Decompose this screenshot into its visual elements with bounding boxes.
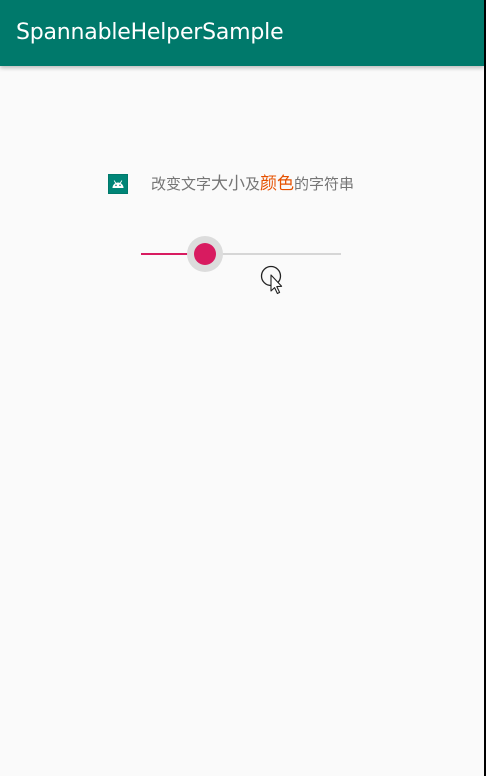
text-size-seekbar[interactable]: [141, 236, 341, 272]
text-segment-large: 大小: [211, 174, 246, 194]
pointer-cursor-icon: [260, 265, 286, 295]
text-segment-colored: 颜色: [260, 174, 295, 194]
app-title: SpannableHelperSample: [16, 20, 284, 45]
app-screen: SpannableHelperSample 改变文字大小及颜色的字符串: [0, 0, 484, 776]
seekbar-thumb[interactable]: [194, 243, 216, 265]
spannable-text: 改变文字大小及颜色的字符串: [151, 172, 354, 196]
text-segment-normal: 及: [245, 175, 261, 193]
text-segment-normal: 改变文字: [151, 175, 212, 193]
android-launcher-icon: [108, 174, 128, 194]
text-segment-normal: 的字符串: [294, 175, 355, 193]
spannable-text-row: 改变文字大小及颜色的字符串: [108, 172, 354, 196]
app-bar: SpannableHelperSample: [0, 0, 484, 66]
